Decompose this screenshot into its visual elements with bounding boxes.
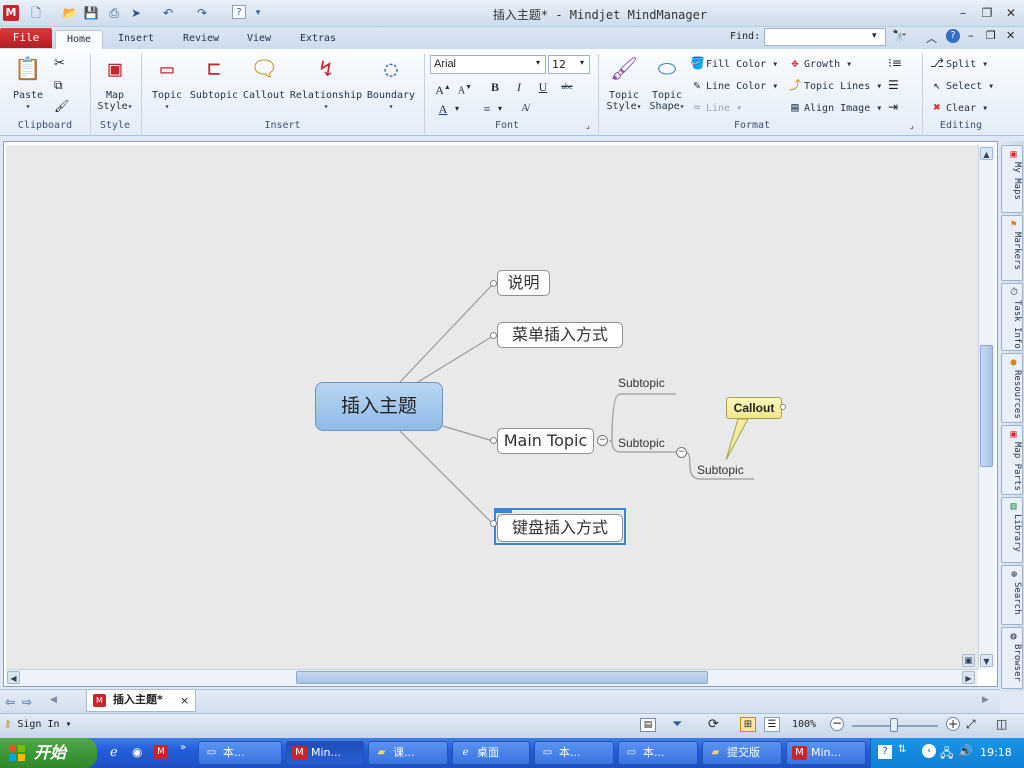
map-view-icon[interactable]: ⊞ — [740, 717, 756, 732]
resources-icon: ● — [1008, 356, 1019, 368]
collapse-toggle-icon[interactable]: − — [597, 435, 608, 446]
topic-connector-dot — [490, 280, 497, 287]
scroll-up-icon[interactable]: ▲ — [980, 147, 993, 160]
collapse-toggle-icon[interactable]: − — [676, 447, 687, 458]
side-tab-resources[interactable]: ● Resources — [1001, 353, 1023, 423]
window-icon: ▭ — [626, 747, 637, 758]
taskbar-button[interactable]: ▰ 提交版 — [702, 741, 782, 765]
internet-explorer-icon[interactable]: ℯ — [110, 745, 118, 760]
network-icon[interactable]: 🖧 — [940, 744, 953, 765]
taskbar-button[interactable]: ▭ 本... — [534, 741, 614, 765]
windows-logo-icon — [9, 745, 25, 761]
taskbar-button[interactable]: ▭ 本... — [198, 741, 282, 765]
binoculars-icon: ⊕ — [1008, 570, 1019, 578]
fit-to-window-icon[interactable]: ⤢ — [966, 717, 976, 732]
scroll-left-icon[interactable]: ◀ — [7, 671, 20, 684]
close-doc-tab-icon[interactable]: × — [180, 694, 189, 707]
subtopic[interactable]: Subtopic — [618, 436, 665, 450]
folder-icon: ▰ — [711, 747, 720, 758]
vertical-scroll-thumb[interactable] — [980, 345, 993, 467]
topic-connector-dot — [490, 332, 497, 339]
selection-grip-icon[interactable] — [496, 509, 512, 513]
topic-connector-dot — [490, 437, 497, 444]
side-tab-my-maps[interactable]: ▣ My Maps — [1001, 145, 1023, 213]
taskbar-button[interactable]: M Min... — [786, 741, 866, 765]
my-maps-icon: ▣ — [1008, 148, 1019, 160]
taskbar-button[interactable]: ▰ 课... — [368, 741, 448, 765]
mindmap-doc-icon: M — [93, 694, 106, 707]
taskbar-button[interactable]: ▭ 本... — [618, 741, 698, 765]
tray-help-icon[interactable]: ? — [878, 745, 892, 759]
mindmanager-quicklaunch-icon[interactable]: M — [154, 745, 168, 759]
filter-icon[interactable]: ⏷ — [672, 717, 682, 732]
zoom-slider-thumb[interactable] — [890, 718, 898, 732]
taskbar-button[interactable]: ℯ 桌面 — [452, 741, 530, 765]
zoom-level: 100% — [792, 719, 817, 730]
main-topic-keyboard-insert[interactable]: 键盘插入方式 — [497, 514, 623, 542]
mindmanager-icon: M — [792, 746, 807, 760]
volume-icon[interactable]: 🔊 — [958, 744, 973, 758]
main-topic-generic[interactable]: Main Topic — [497, 428, 594, 454]
horizontal-scroll-thumb[interactable] — [296, 671, 708, 684]
callout-connector-dot — [780, 404, 786, 410]
back-arrow-icon[interactable]: ⇦ — [5, 695, 15, 709]
map-connector-lines — [399, 283, 754, 525]
tab-scroll-right-icon[interactable]: ▶ — [982, 695, 989, 705]
topic-connector-dot — [490, 520, 497, 527]
clock: 19:18 — [980, 746, 1012, 759]
zoom-out-icon[interactable]: − — [830, 717, 844, 731]
sign-in-link[interactable]: ⚷ Sign In ▾ — [4, 719, 72, 730]
window-icon: ▭ — [542, 747, 553, 758]
side-tab-search[interactable]: ⊕ Search — [1001, 565, 1023, 625]
tray-expand-icon[interactable]: ‹ — [922, 744, 936, 758]
side-tab-markers[interactable]: ⚑ Markers — [1001, 215, 1023, 281]
folder-icon: ▰ — [377, 747, 386, 758]
tab-scroll-left-icon[interactable]: ◀ — [50, 695, 57, 705]
markers-icon: ⚑ — [1008, 218, 1019, 230]
taskbar-button[interactable]: M Min... — [286, 741, 364, 765]
scroll-down-icon[interactable]: ▼ — [980, 654, 993, 667]
central-topic[interactable]: 插入主题 — [315, 382, 443, 431]
side-tab-browser[interactable]: ◍ Browser — [1001, 627, 1023, 689]
callout-topic[interactable]: Callout — [726, 397, 782, 419]
side-tab-map-parts[interactable]: ▣ Map Parts — [1001, 425, 1023, 495]
side-tab-task-info[interactable]: ⏱ Task Info — [1001, 283, 1023, 351]
map-parts-icon: ▣ — [1008, 428, 1019, 440]
library-icon: ▥ — [1008, 500, 1019, 512]
window-icon: ▭ — [206, 747, 217, 758]
quicklaunch-overflow-icon[interactable]: » — [180, 742, 186, 753]
recalculate-icon[interactable]: ⟳ — [708, 717, 719, 732]
subtopic[interactable]: Subtopic — [697, 463, 744, 477]
main-topic-description[interactable]: 说明 — [497, 270, 550, 296]
mindmanager-icon: M — [292, 746, 307, 760]
task-pane-toggle-icon[interactable]: ◫ — [996, 717, 1007, 731]
language-bar-icon[interactable]: ⇅ — [898, 744, 906, 755]
key-icon: ⚷ — [4, 719, 12, 730]
scroll-right-icon[interactable]: ▶ — [962, 671, 975, 684]
browser-globe-icon: ◍ — [1008, 630, 1019, 642]
zoom-in-icon[interactable]: + — [946, 717, 960, 731]
subtopic[interactable]: Subtopic — [618, 376, 665, 390]
show-desktop-icon[interactable]: ◉ — [132, 745, 142, 759]
side-tab-library[interactable]: ▥ Library — [1001, 497, 1023, 563]
outline-view-icon[interactable]: ☰ — [764, 717, 780, 732]
fit-map-icon[interactable]: ▣ — [962, 654, 975, 667]
forward-arrow-icon[interactable]: ⇨ — [22, 695, 32, 709]
task-info-icon: ⏱ — [1008, 287, 1019, 297]
main-topic-menu-insert[interactable]: 菜单插入方式 — [497, 322, 623, 348]
map-overview-icon[interactable]: ▤ — [640, 718, 656, 732]
ie-icon: ℯ — [462, 747, 469, 758]
